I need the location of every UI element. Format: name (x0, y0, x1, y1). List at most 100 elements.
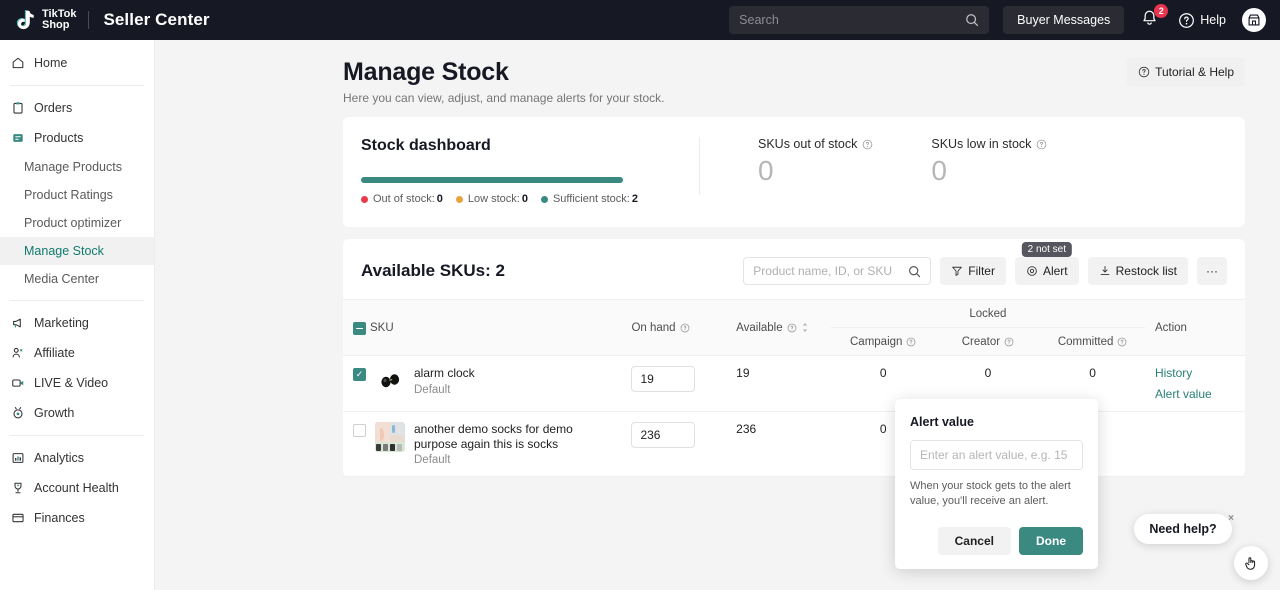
store-avatar[interactable] (1242, 8, 1266, 32)
sidebar-item-live-video[interactable]: LIVE & Video (0, 368, 154, 398)
sidebar-divider (10, 435, 144, 436)
sidebar-item-finances[interactable]: Finances (0, 503, 154, 533)
stat-skus-out-of-stock: SKUs out of stock 0 (758, 137, 873, 205)
info-icon[interactable] (906, 337, 916, 347)
sidebar-item-orders[interactable]: Orders (0, 93, 154, 123)
sidebar-item-label: Marketing (34, 316, 89, 330)
sidebar-item-label: Manage Stock (24, 244, 104, 258)
sidebar-item-analytics[interactable]: Analytics (0, 443, 154, 473)
affiliate-icon (10, 346, 25, 361)
col-available: Available (726, 300, 831, 356)
sidebar-item-manage-stock[interactable]: Manage Stock (0, 237, 154, 265)
table-search[interactable] (743, 257, 931, 285)
info-icon[interactable] (1117, 337, 1127, 347)
global-search[interactable] (729, 6, 989, 34)
alert-value-link[interactable]: Alert value (1155, 387, 1235, 401)
sidebar-item-media-center[interactable]: Media Center (0, 265, 154, 293)
table-search-input[interactable] (753, 264, 908, 278)
row-checkbox[interactable] (353, 424, 366, 437)
dashboard-title: Stock dashboard (361, 137, 691, 155)
sidebar-item-label: Home (34, 56, 67, 70)
restock-list-button[interactable]: Restock list (1088, 257, 1188, 285)
sidebar-item-account-health[interactable]: Account Health (0, 473, 154, 503)
sidebar-item-label: Growth (34, 406, 74, 420)
info-icon[interactable] (1036, 139, 1047, 150)
sidebar-item-product-ratings[interactable]: Product Ratings (0, 181, 154, 209)
row-checkbox[interactable] (353, 368, 366, 381)
cell-sku: another demo socks for demo purpose agai… (343, 412, 621, 477)
sort-arrows-icon[interactable] (801, 322, 809, 333)
help-circle-icon (1178, 12, 1195, 29)
more-dots-icon: ··· (1206, 264, 1218, 278)
product-variant: Default (414, 454, 611, 466)
stat-value: 0 (931, 155, 1047, 187)
sidebar-item-label: Products (34, 131, 83, 145)
alert-value-input[interactable] (910, 440, 1083, 470)
help-button[interactable]: Help (1178, 12, 1226, 29)
sidebar-item-marketing[interactable]: Marketing (0, 308, 154, 338)
header-divider (88, 11, 89, 29)
filter-button[interactable]: Filter (940, 257, 1006, 285)
info-icon[interactable] (787, 323, 797, 333)
search-icon (908, 265, 921, 278)
cancel-button[interactable]: Cancel (938, 527, 1011, 555)
notification-badge: 2 (1154, 4, 1168, 18)
alert-tooltip: 2 not set (1022, 242, 1072, 257)
col-campaign: Campaign (831, 328, 936, 356)
col-available-label: Available (736, 322, 782, 334)
sidebar-item-growth[interactable]: Growth (0, 398, 154, 428)
page-title: Manage Stock (343, 58, 665, 87)
page-subtitle: Here you can view, adjust, and manage al… (343, 91, 665, 105)
tutorial-help-button[interactable]: Tutorial & Help (1127, 58, 1245, 86)
tiktok-shop-logo[interactable]: TikTok Shop (0, 7, 76, 33)
on-hand-input[interactable] (631, 366, 695, 392)
filter-icon (951, 265, 963, 277)
sidebar-item-affiliate[interactable]: Affiliate (0, 338, 154, 368)
stat-skus-low-in-stock: SKUs low in stock 0 (931, 137, 1047, 205)
notifications-button[interactable]: 2 (1140, 9, 1162, 31)
popover-title: Alert value (910, 415, 1083, 429)
info-icon[interactable] (1004, 337, 1014, 347)
sidebar-item-product-optimizer[interactable]: Product optimizer (0, 209, 154, 237)
download-icon (1099, 265, 1111, 277)
legend-item-out-of-stock: Out of stock: 0 (361, 193, 443, 205)
need-help-bubble[interactable]: Need help? × (1134, 514, 1232, 544)
table-row[interactable]: alarm clock Default 19 0 0 0 History (343, 356, 1245, 412)
cell-available: 236 (726, 412, 831, 477)
on-hand-input[interactable] (631, 422, 695, 448)
sidebar-item-label: Manage Products (24, 160, 122, 174)
analytics-icon (10, 451, 25, 466)
buyer-messages-button[interactable]: Buyer Messages (1003, 6, 1124, 34)
table-row[interactable]: another demo socks for demo purpose agai… (343, 412, 1245, 477)
more-options-button[interactable]: ··· (1197, 257, 1227, 285)
sku-table-card: Available SKUs: 2 Filter 2 not set (343, 239, 1245, 477)
help-circle-icon (1138, 66, 1150, 78)
done-button[interactable]: Done (1019, 527, 1083, 555)
product-variant: Default (414, 384, 475, 396)
sidebar-item-manage-products[interactable]: Manage Products (0, 153, 154, 181)
need-help-button[interactable] (1234, 546, 1268, 580)
sidebar-item-label: Product optimizer (24, 216, 121, 230)
cell-action (1145, 412, 1245, 477)
stat-label: SKUs low in stock (931, 137, 1031, 151)
product-name: another demo socks for demo purpose agai… (414, 422, 573, 451)
sidebar-item-products[interactable]: Products (0, 123, 154, 153)
select-all-checkbox[interactable] (353, 322, 366, 335)
finances-icon (10, 511, 25, 526)
alert-target-icon (1026, 265, 1038, 277)
info-icon[interactable] (862, 139, 873, 150)
legend-value: 0 (437, 193, 443, 205)
alert-button[interactable]: 2 not set Alert (1015, 257, 1079, 285)
cell-action: History Alert value (1145, 356, 1245, 412)
col-locked-group: Locked (831, 300, 1145, 328)
info-icon[interactable] (680, 323, 690, 333)
history-link[interactable]: History (1155, 366, 1235, 380)
search-input[interactable] (739, 13, 965, 27)
sku-table: SKU On hand (343, 299, 1245, 477)
product-thumbnail (375, 366, 405, 396)
close-icon[interactable]: × (1225, 512, 1237, 524)
sidebar-item-home[interactable]: Home (0, 48, 154, 78)
app-name: Seller Center (103, 10, 209, 30)
sidebar-item-label: Product Ratings (24, 188, 113, 202)
tiktok-note-icon (12, 7, 38, 33)
